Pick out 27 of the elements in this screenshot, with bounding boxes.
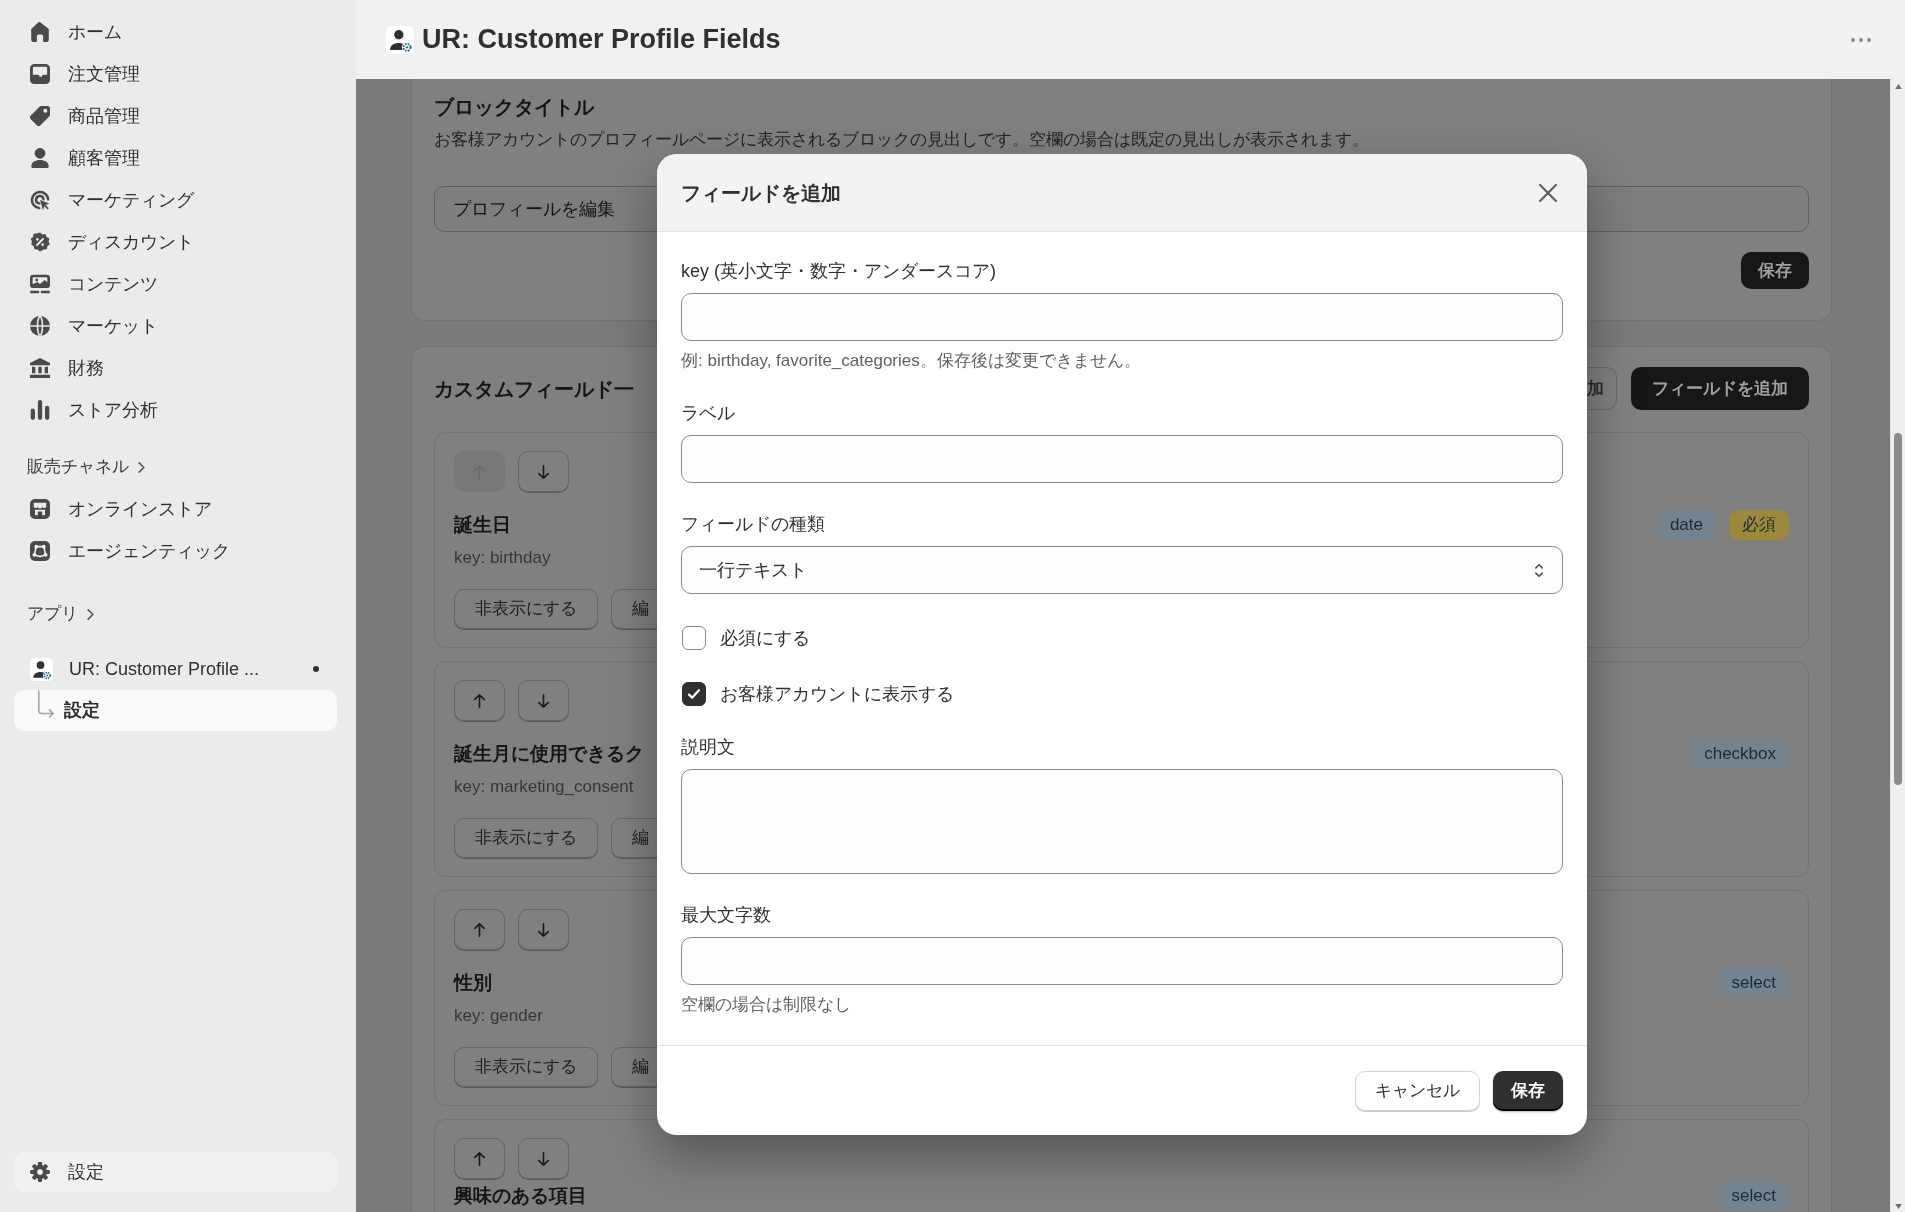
card-description: お客様アカウントのプロフィールページに表示されるブロックの見出しです。空欄の場合は既定の見出しが表示されます。 [434, 130, 1369, 150]
field-label: 最大文字数 [681, 904, 771, 926]
help-text: 例: birthday, favorite_categories。保存後は変更できません。 [681, 350, 1141, 372]
app-title: UR: Customer Profile Fields [422, 23, 781, 57]
field-key: key: marketing_consent [454, 776, 634, 798]
type-badge: checkbox [1691, 739, 1789, 769]
field-label: ラベル [681, 402, 735, 424]
field-label: key (英小文字・数字・アンダースコア) [681, 260, 996, 282]
dialog-title: フィールドを追加 [681, 180, 841, 206]
field-label: フィールドの種類 [681, 513, 825, 535]
field-value: プロフィールを編集 [453, 197, 615, 221]
field-name: 性別 [454, 971, 492, 995]
field-key: key: birthday [454, 547, 551, 569]
type-badge: date [1656, 510, 1716, 540]
checkbox-label: お客様アカウントに表示する [720, 683, 954, 705]
field-name: 誕生日 [454, 513, 511, 537]
help-text: 空欄の場合は制限なし [681, 994, 851, 1016]
type-badge: select [1718, 1181, 1789, 1211]
field-key: key: gender [454, 1005, 543, 1027]
field-name: 興味のある項目 [454, 1184, 587, 1208]
card-title: カスタムフィールド一 [434, 376, 634, 402]
checkbox-label: 必須にする [720, 627, 810, 649]
type-badge: 必須 [1729, 510, 1789, 540]
type-badge: select [1718, 968, 1789, 998]
field-name: 誕生月に使用できるク [454, 742, 644, 766]
card-title: ブロックタイトル [434, 95, 594, 120]
field-label: 説明文 [681, 736, 735, 758]
